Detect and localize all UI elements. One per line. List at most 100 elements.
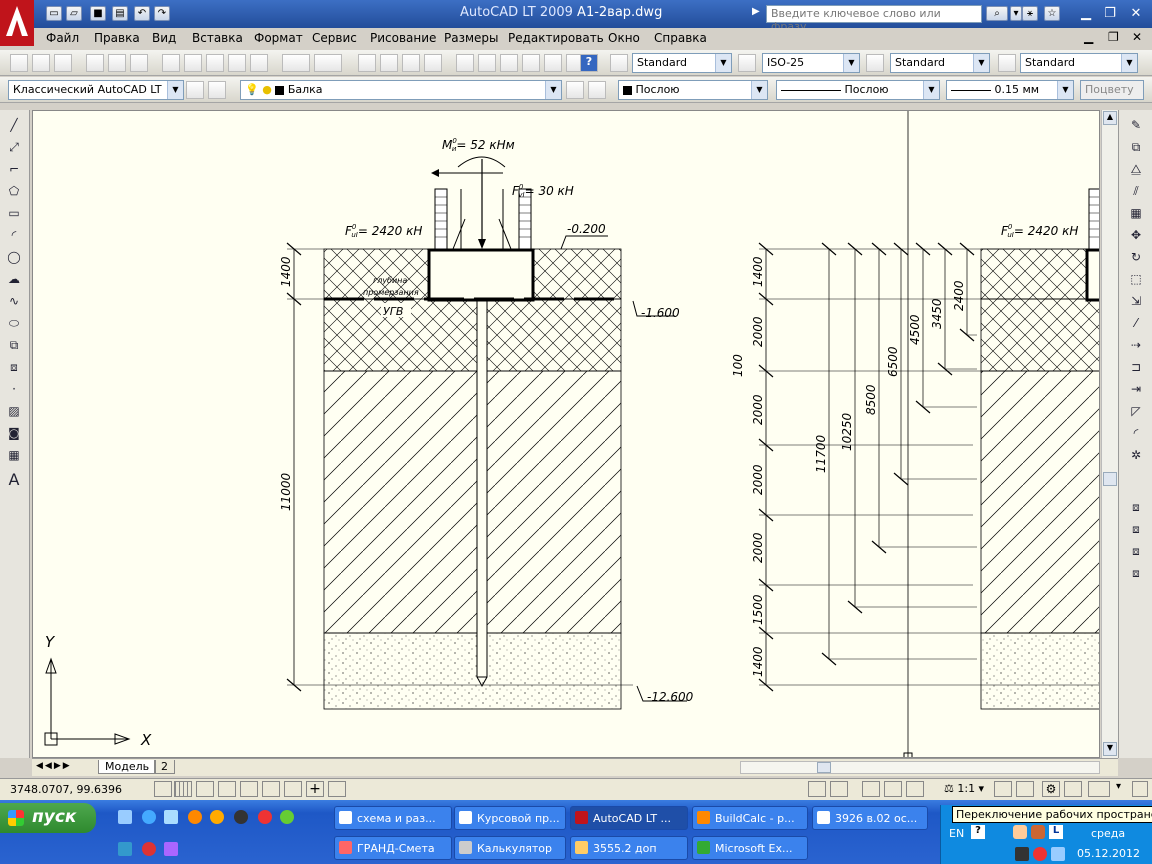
text-style-select[interactable]: Standard ▼ (632, 53, 732, 73)
search-dropdown-icon[interactable]: ▾ (1010, 6, 1022, 21)
tray-app-icon[interactable] (1013, 825, 1027, 839)
open-icon[interactable] (32, 54, 50, 72)
help-tray-icon[interactable]: ? (971, 825, 985, 839)
layer-select[interactable]: 💡 ● Балка ▼ (240, 80, 562, 100)
menu-dimension[interactable]: Размеры (444, 31, 499, 45)
undo-toolbar-icon[interactable] (282, 54, 310, 72)
status-menu-icon[interactable]: ▾ (1116, 781, 1130, 797)
otrack-icon[interactable] (262, 781, 280, 797)
chamfer-icon[interactable]: ◸ (1127, 404, 1145, 420)
linetype-select[interactable]: Послою ▼ (776, 80, 940, 100)
ie-icon[interactable] (142, 810, 156, 824)
autocad-logo-icon[interactable] (0, 0, 34, 46)
table-style-select[interactable]: Standard ▼ (890, 53, 990, 73)
doc-close-icon[interactable]: ✕ (1132, 30, 1142, 44)
save-icon[interactable]: ■ (90, 6, 106, 21)
scale-icon[interactable]: ⬚ (1127, 272, 1145, 288)
polyline-icon[interactable]: ⌐ (5, 162, 23, 178)
communication-icon[interactable]: ⚹ (1022, 6, 1038, 21)
arc-icon[interactable]: ◜ (5, 228, 23, 244)
tab-layout-2[interactable]: 2 (154, 760, 175, 774)
quickview-layouts-icon[interactable] (830, 781, 848, 797)
join-icon[interactable]: ⇥ (1127, 382, 1145, 398)
line-icon[interactable]: ╱ (5, 118, 23, 134)
task-button[interactable]: схема и раз... (334, 806, 452, 830)
tab-nav-arrows-icon[interactable]: ◀◀▶▶ (36, 761, 72, 771)
qnew-icon[interactable] (10, 54, 28, 72)
search-icon[interactable]: ⌕ (986, 6, 1008, 21)
spline-icon[interactable]: ∿ (5, 294, 23, 310)
trim-icon[interactable]: ⁄ (1127, 316, 1145, 332)
opera-icon[interactable] (142, 842, 156, 856)
menu-view[interactable]: Вид (152, 31, 176, 45)
undo-icon[interactable]: ↶ (134, 6, 150, 21)
layer-manager-icon[interactable] (208, 81, 226, 99)
publish-icon[interactable] (130, 54, 148, 72)
ortho-icon[interactable] (196, 781, 214, 797)
draworder-front-icon[interactable]: ⧈ (1127, 500, 1145, 516)
zoom-status-icon[interactable] (884, 781, 902, 797)
revcloud-icon[interactable]: ☁ (5, 272, 23, 288)
vertical-scrollbar[interactable]: ▲ ▼ (1101, 110, 1118, 758)
dim-style-select[interactable]: ISO-25 ▼ (762, 53, 860, 73)
erase-icon[interactable]: ✎ (1127, 118, 1145, 134)
doc-minimize-icon[interactable]: ▁ (1084, 30, 1093, 44)
restore-icon[interactable]: ❐ (1100, 5, 1120, 23)
copy-icon[interactable] (184, 54, 202, 72)
osnap-icon[interactable] (240, 781, 258, 797)
close-icon[interactable]: ✕ (1126, 5, 1146, 23)
task-button[interactable]: Курсовой пр... (454, 806, 566, 830)
chrome-icon[interactable] (258, 810, 272, 824)
redo-toolbar-icon[interactable] (314, 54, 342, 72)
task-button[interactable]: Калькулятор (454, 836, 566, 860)
preview-icon[interactable] (108, 54, 126, 72)
pan-icon[interactable] (358, 54, 376, 72)
properties-icon[interactable] (456, 54, 474, 72)
hscroll-thumb[interactable] (817, 762, 831, 773)
cut-icon[interactable] (162, 54, 180, 72)
extend-icon[interactable]: ⇢ (1127, 338, 1145, 354)
mtext-icon[interactable]: A (5, 470, 23, 489)
markup-icon[interactable] (544, 54, 562, 72)
task-button[interactable]: Microsoft Ex... (692, 836, 808, 860)
stretch-icon[interactable]: ⇲ (1127, 294, 1145, 310)
array-icon[interactable]: ▦ (1127, 206, 1145, 222)
dyn-icon[interactable]: + (306, 781, 324, 797)
layer-previous-icon[interactable] (588, 81, 606, 99)
zoom-previous-icon[interactable] (424, 54, 442, 72)
circle-icon[interactable]: ◯ (5, 250, 23, 266)
clock-date[interactable]: 05.12.2012 (1077, 847, 1140, 860)
sheetset-icon[interactable] (522, 54, 540, 72)
pan-status-icon[interactable] (862, 781, 880, 797)
ducs-icon[interactable] (284, 781, 302, 797)
icq-icon[interactable] (280, 810, 294, 824)
point-icon[interactable]: · (5, 382, 23, 398)
insert-block-icon[interactable]: ⧉ (5, 338, 23, 354)
dim-style-icon[interactable] (738, 54, 756, 72)
matchprop-icon[interactable] (228, 54, 246, 72)
table-style-icon[interactable] (866, 54, 884, 72)
scroll-thumb[interactable] (1103, 472, 1117, 486)
open-file-icon[interactable]: ▱ (66, 6, 82, 21)
make-current-icon[interactable] (566, 81, 584, 99)
volume-icon[interactable] (1015, 847, 1029, 861)
language-indicator[interactable]: EN (949, 827, 964, 840)
menu-file[interactable]: Файл (46, 31, 79, 45)
media-player-icon[interactable] (234, 810, 248, 824)
text-style-icon[interactable] (610, 54, 628, 72)
snap-icon[interactable] (154, 781, 172, 797)
arrow-right-icon[interactable]: ▶ (752, 6, 760, 17)
scroll-up-icon[interactable]: ▲ (1103, 111, 1117, 125)
firefox-icon[interactable] (188, 810, 202, 824)
menu-insert[interactable]: Вставка (192, 31, 243, 45)
menu-help[interactable]: Справка (654, 31, 707, 45)
break-icon[interactable]: ⊐ (1127, 360, 1145, 376)
task-button[interactable]: BuildCalc - р... (692, 806, 808, 830)
ellipse-icon[interactable]: ⬭ (5, 316, 23, 332)
redo-icon[interactable]: ↷ (154, 6, 170, 21)
plot-icon[interactable] (86, 54, 104, 72)
tray-app-icon[interactable]: L (1049, 825, 1063, 839)
annotation-visibility-icon[interactable] (994, 781, 1012, 797)
draworder-under-icon[interactable]: ⧈ (1127, 566, 1145, 582)
rotate-icon[interactable]: ↻ (1127, 250, 1145, 266)
